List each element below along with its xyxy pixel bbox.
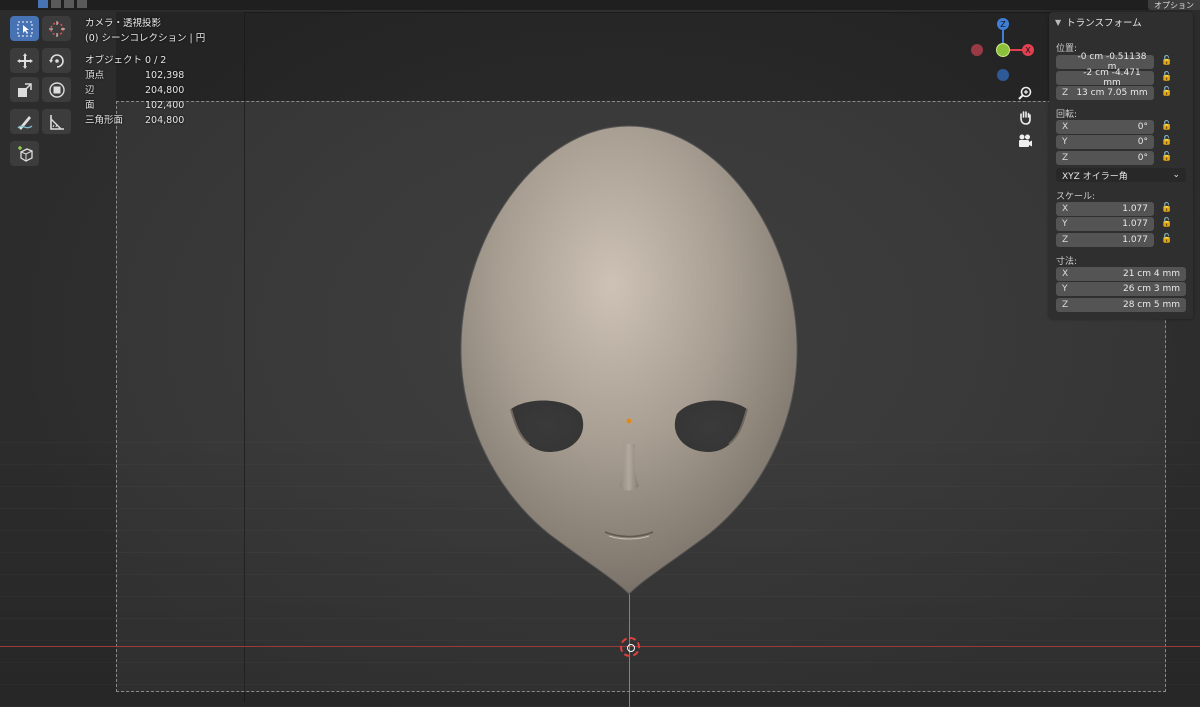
pan-button[interactable]	[1014, 106, 1036, 128]
lock-icon[interactable]: 🔓	[1161, 218, 1173, 230]
lock-icon[interactable]: 🔓	[1161, 121, 1173, 133]
stat-row: 辺 204,800	[85, 85, 185, 96]
add-cube-tool[interactable]	[10, 141, 39, 166]
lock-icon[interactable]: 🔓	[1161, 203, 1173, 215]
scale-x-field[interactable]: X 1.077	[1056, 202, 1154, 216]
location-y-field[interactable]: -2 cm -4.471 mm	[1056, 68, 1154, 88]
cursor-tool[interactable]	[42, 16, 71, 41]
annotate-tool[interactable]	[10, 109, 39, 134]
scale-z-field[interactable]: Z 1.077	[1056, 233, 1154, 247]
navigation-gizmo[interactable]: Z X	[965, 15, 1035, 85]
rotation-label: 回転:	[1056, 110, 1078, 120]
rotate-icon	[48, 53, 64, 68]
dimensions-label: 寸法:	[1056, 257, 1078, 267]
mode-icons[interactable]	[38, 0, 87, 8]
lock-icon[interactable]: 🔓	[1161, 72, 1173, 84]
annotate-icon	[16, 115, 32, 130]
lock-icon[interactable]: 🔓	[1161, 152, 1173, 164]
location-x-field[interactable]: -0 cm -0.51138 m	[1056, 52, 1154, 72]
transform-tool[interactable]	[42, 77, 71, 102]
scale-icon	[17, 82, 32, 97]
zoom-icon	[1018, 86, 1032, 100]
select-mode-icon[interactable]	[38, 0, 48, 8]
cursor-icon	[48, 20, 65, 37]
move-icon	[16, 52, 33, 69]
select-box-tool[interactable]	[10, 16, 39, 41]
lock-icon[interactable]: 🔓	[1161, 56, 1173, 68]
y-axis-handle	[996, 43, 1010, 57]
stat-row: 頂点 102,398	[85, 70, 185, 81]
measure-icon	[49, 114, 64, 130]
hand-pan-icon	[1020, 111, 1031, 125]
dimensions-x-field[interactable]: X 21 cm 4 mm	[1056, 267, 1186, 281]
rotation-y-field[interactable]: Y 0°	[1056, 135, 1154, 149]
viewport-info: カメラ・透視投影 (0) シーンコレクション | 円	[85, 16, 205, 46]
rotate-tool[interactable]	[42, 48, 71, 73]
zoom-button[interactable]	[1014, 82, 1036, 104]
x-axis-line	[0, 646, 1200, 647]
neg-z-handle	[997, 69, 1009, 81]
neg-x-handle	[971, 44, 983, 56]
options-button[interactable]: オプション	[1148, 0, 1200, 10]
move-tool[interactable]	[10, 48, 39, 73]
lock-icon[interactable]: 🔓	[1161, 136, 1173, 148]
mode-icon[interactable]	[51, 0, 61, 8]
dimensions-y-field[interactable]: Y 26 cm 3 mm	[1056, 282, 1186, 296]
scale-tool[interactable]	[10, 77, 39, 102]
mode-icon[interactable]	[77, 0, 87, 8]
3d-cursor[interactable]	[620, 637, 640, 657]
collection-name: (0) シーンコレクション | 円	[85, 33, 206, 44]
camera-view-icon	[1019, 134, 1032, 147]
add-cube-icon	[17, 145, 33, 162]
camera-view-button[interactable]	[1014, 130, 1036, 152]
chevron-down-icon: ⌄	[1172, 170, 1180, 180]
svg-text:Z: Z	[1000, 20, 1006, 29]
chevron-down-icon: ▼	[1055, 17, 1062, 27]
stat-row: 面 102,400	[85, 100, 185, 111]
stat-row: 三角形面 204,800	[85, 115, 185, 126]
svg-text:X: X	[1025, 46, 1031, 55]
select-box-icon	[17, 21, 32, 36]
measure-tool[interactable]	[42, 109, 71, 134]
transform-panel: ▼ トランスフォーム 位置: -0 cm -0.51138 m 🔓 -2 cm …	[1049, 12, 1193, 319]
header-strip	[0, 0, 1200, 10]
panel-title: トランスフォーム	[1066, 18, 1142, 29]
dimensions-z-field[interactable]: Z 28 cm 5 mm	[1056, 298, 1186, 312]
rotation-x-field[interactable]: X 0°	[1056, 120, 1154, 134]
mode-icon[interactable]	[64, 0, 74, 8]
scene-statistics: オブジェクト 0 / 2 頂点 102,398 辺 204,800 面 102,400 …	[85, 53, 185, 128]
rotation-mode-select[interactable]: XYZ オイラー角 ⌄	[1056, 168, 1186, 182]
head-mesh[interactable]	[459, 124, 799, 596]
lock-icon[interactable]: 🔓	[1161, 234, 1173, 246]
location-z-field[interactable]: Z 13 cm 7.05 mm	[1056, 86, 1154, 100]
transform-icon	[48, 81, 65, 98]
stat-row: オブジェクト 0 / 2	[85, 55, 167, 66]
rotation-z-field[interactable]: Z 0°	[1056, 151, 1154, 165]
scale-y-field[interactable]: Y 1.077	[1056, 217, 1154, 231]
location-label: 位置:	[1056, 44, 1078, 54]
view-name: カメラ・透視投影	[85, 18, 162, 29]
lock-icon[interactable]: 🔓	[1161, 87, 1173, 99]
transform-panel-header[interactable]: ▼ トランスフォーム	[1049, 12, 1193, 32]
scale-label: スケール:	[1056, 192, 1096, 202]
